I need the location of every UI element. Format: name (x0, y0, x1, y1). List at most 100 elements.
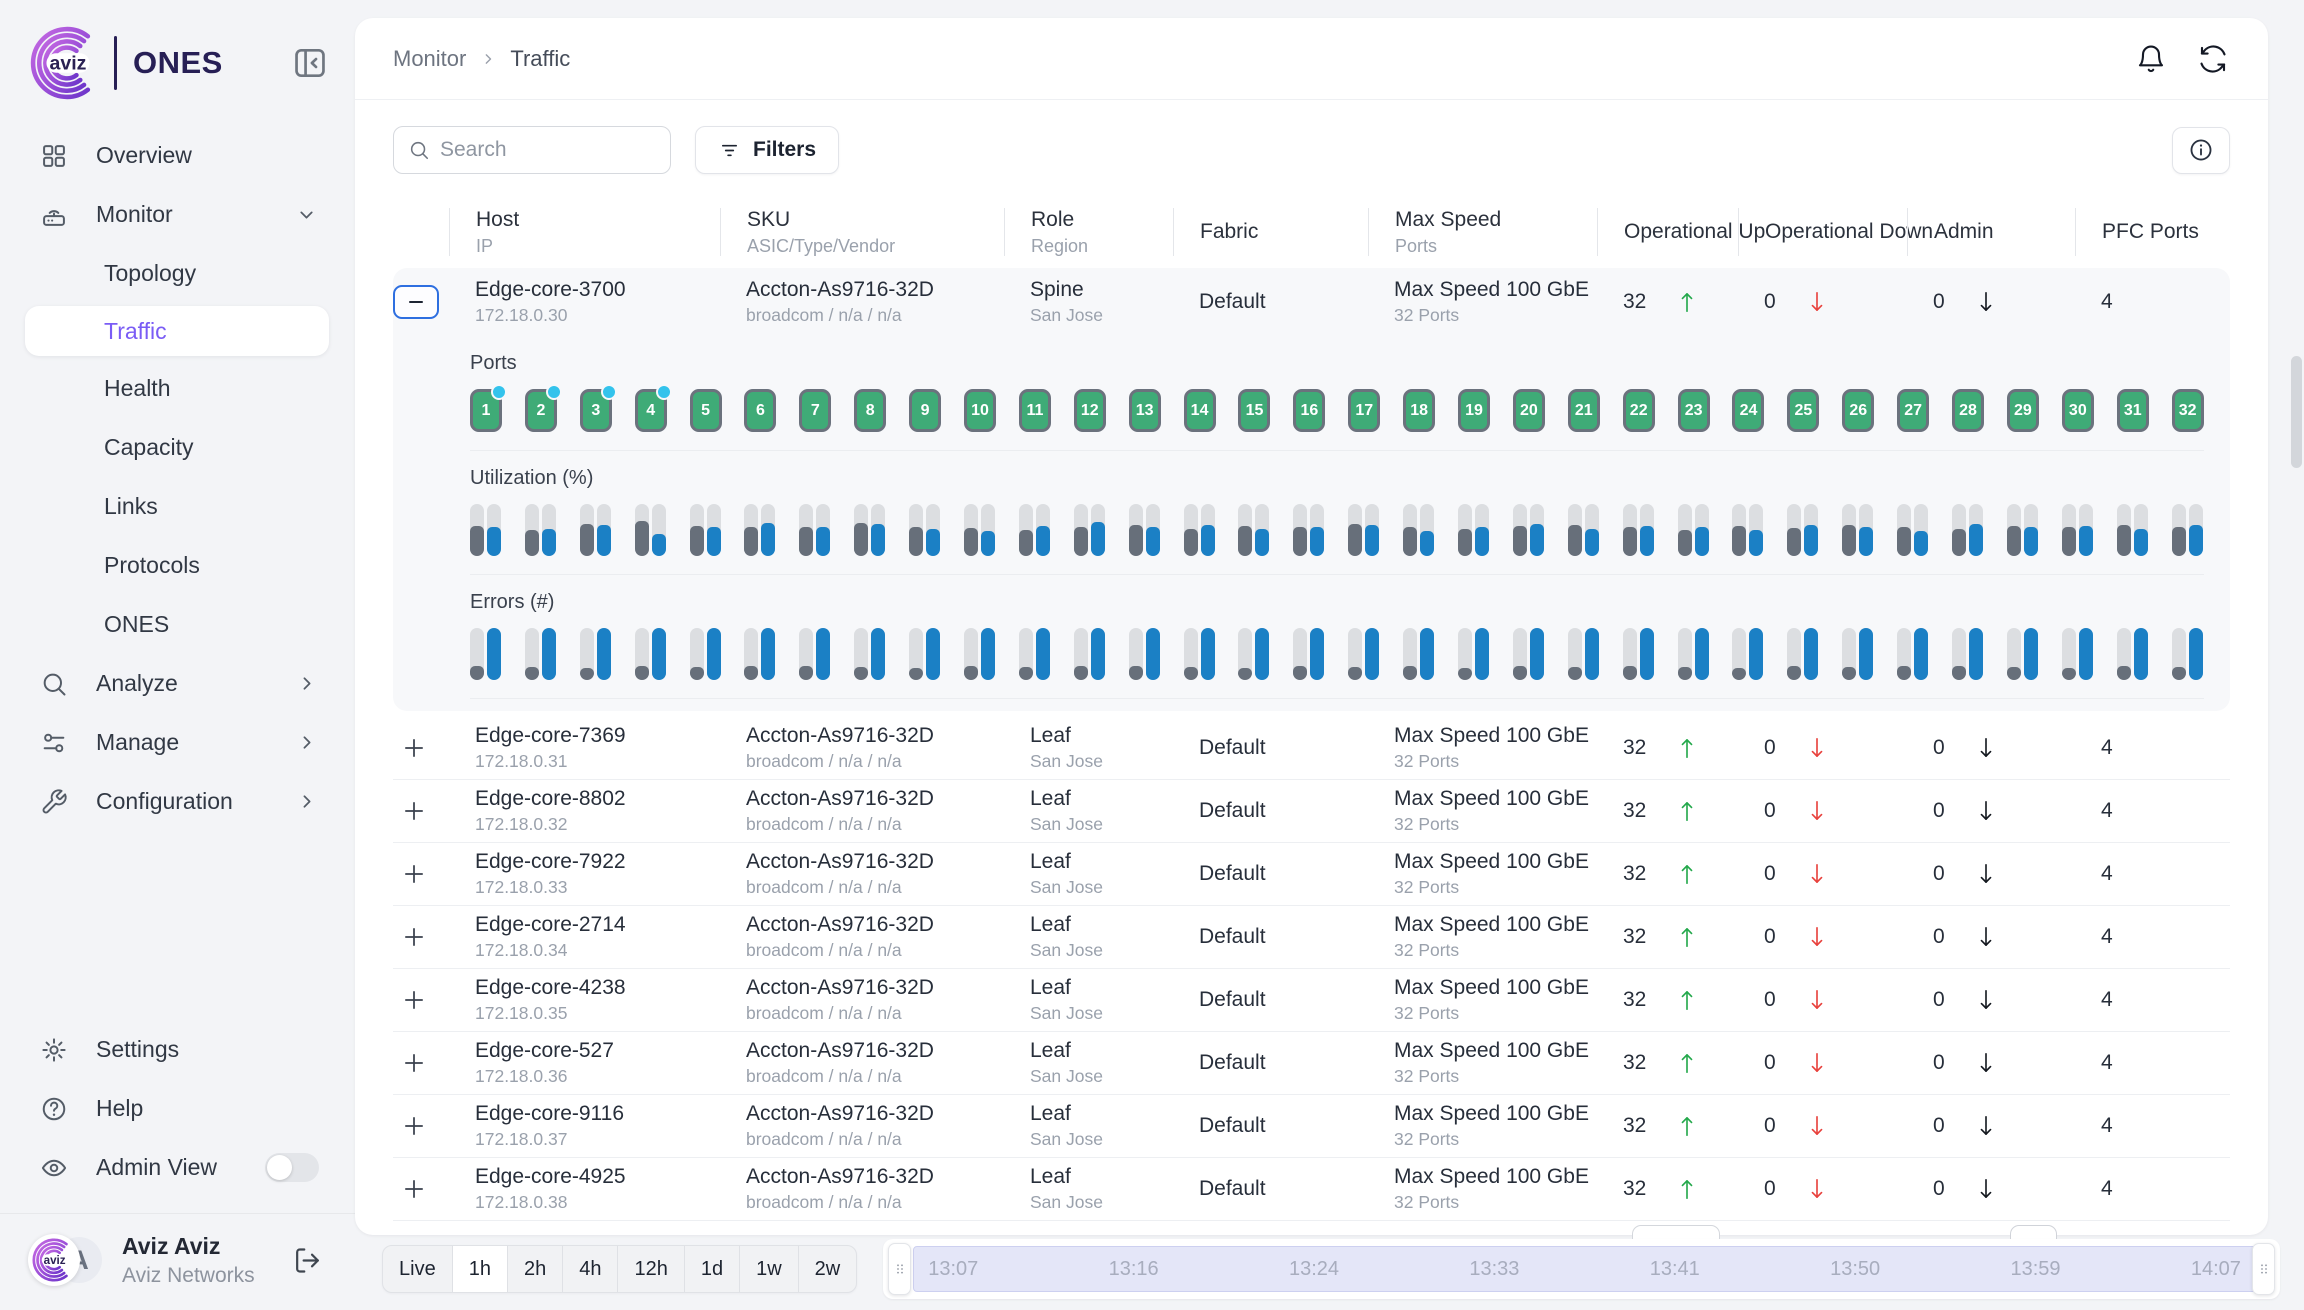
svg-text:aviz: aviz (50, 53, 87, 75)
sidebar-item-traffic[interactable]: Traffic (25, 306, 329, 356)
info-button[interactable] (2172, 127, 2230, 174)
port-chip-2[interactable]: 2 (525, 389, 557, 432)
collapse-sidebar-icon[interactable] (291, 44, 329, 82)
breadcrumb-parent[interactable]: Monitor (393, 46, 466, 72)
notifications-bell-icon[interactable] (2136, 44, 2166, 74)
timeline-band[interactable]: 13:0713:1613:2413:3313:4113:5013:5914:07 (913, 1246, 2264, 1292)
port-chip-14[interactable]: 14 (1184, 389, 1216, 432)
sidebar-item-analyze[interactable]: Analyze (0, 654, 355, 713)
errors-bars-port-28 (1952, 628, 1984, 680)
port-chip-9[interactable]: 9 (909, 389, 941, 432)
port-chip-20[interactable]: 20 (1513, 389, 1545, 432)
table-row-edge-core-527[interactable]: Edge-core-527172.18.0.36Accton-As9716-32… (393, 1032, 2230, 1095)
port-chip-6[interactable]: 6 (744, 389, 776, 432)
role-cell: LeafSan Jose (1004, 1102, 1173, 1150)
port-chip-12[interactable]: 12 (1074, 389, 1106, 432)
sidebar-item-links[interactable]: Links (0, 477, 355, 536)
sidebar-item-monitor[interactable]: Monitor (0, 185, 355, 244)
time-range-4h[interactable]: 4h (562, 1246, 617, 1292)
port-chip-22[interactable]: 22 (1623, 389, 1655, 432)
expand-row-button[interactable] (399, 1174, 429, 1204)
sidebar-item-topology[interactable]: Topology (0, 244, 355, 303)
port-chip-3[interactable]: 3 (580, 389, 612, 432)
collapse-row-button[interactable] (393, 285, 439, 319)
vertical-scrollbar-thumb[interactable] (2291, 356, 2302, 468)
port-chip-18[interactable]: 18 (1403, 389, 1435, 432)
port-chip-21[interactable]: 21 (1568, 389, 1600, 432)
time-range-live[interactable]: Live (383, 1246, 452, 1292)
port-chip-8[interactable]: 8 (854, 389, 886, 432)
table-row-edge-core-9116[interactable]: Edge-core-9116172.18.0.37Accton-As9716-3… (393, 1095, 2230, 1158)
expand-row-button[interactable] (399, 796, 429, 826)
sidebar-item-configuration[interactable]: Configuration (0, 772, 355, 831)
utilization-bars-port-18 (1403, 504, 1435, 556)
expand-row-button[interactable] (399, 733, 429, 763)
port-chip-26[interactable]: 26 (1842, 389, 1874, 432)
search-box[interactable] (393, 126, 671, 174)
time-range-1h[interactable]: 1h (452, 1246, 507, 1292)
sidebar-item-label: Configuration (96, 788, 233, 815)
fabric-cell: Default (1173, 1114, 1368, 1138)
sidebar-item-manage[interactable]: Manage (0, 713, 355, 772)
utilization-bars-port-23 (1678, 504, 1710, 556)
sidebar-item-settings[interactable]: Settings (0, 1020, 355, 1079)
sidebar-item-protocols[interactable]: Protocols (0, 536, 355, 595)
sidebar-item-overview[interactable]: Overview (0, 126, 355, 185)
table-row-edge-core-2714[interactable]: Edge-core-2714172.18.0.34Accton-As9716-3… (393, 906, 2230, 969)
host-cell: Edge-core-4238172.18.0.35 (449, 976, 720, 1024)
time-range-12h[interactable]: 12h (617, 1246, 683, 1292)
expand-row-button[interactable] (399, 922, 429, 952)
timeline-left-handle[interactable] (888, 1243, 911, 1295)
table-row-edge-core-3700[interactable]: Edge-core-3700172.18.0.30Accton-As9716-3… (393, 268, 2230, 336)
time-range-2w[interactable]: 2w (798, 1246, 857, 1292)
port-chip-17[interactable]: 17 (1348, 389, 1380, 432)
logout-icon[interactable] (292, 1245, 323, 1276)
operational-down-cell: 0 (1738, 986, 1907, 1014)
timeline-right-handle[interactable] (2252, 1243, 2275, 1295)
port-chip-5[interactable]: 5 (690, 389, 722, 432)
expand-row-button[interactable] (399, 859, 429, 889)
sidebar-item-capacity[interactable]: Capacity (0, 418, 355, 477)
port-chip-10[interactable]: 10 (964, 389, 996, 432)
time-range-1d[interactable]: 1d (684, 1246, 739, 1292)
port-chip-27[interactable]: 27 (1897, 389, 1929, 432)
sidebar-item-ones[interactable]: ONES (0, 595, 355, 654)
table-row-edge-core-7922[interactable]: Edge-core-7922172.18.0.33Accton-As9716-3… (393, 843, 2230, 906)
table-row-edge-core-4925[interactable]: Edge-core-4925172.18.0.38Accton-As9716-3… (393, 1158, 2230, 1221)
port-chip-15[interactable]: 15 (1238, 389, 1270, 432)
sidebar-item-admin-view[interactable]: Admin View (0, 1138, 355, 1197)
expand-row-button[interactable] (399, 1111, 429, 1141)
table-row-edge-core-4238[interactable]: Edge-core-4238172.18.0.35Accton-As9716-3… (393, 969, 2230, 1032)
avatar-aviz-logo-icon: aviz (28, 1234, 80, 1286)
port-chip-11[interactable]: 11 (1019, 389, 1051, 432)
port-chip-29[interactable]: 29 (2007, 389, 2039, 432)
port-chip-13[interactable]: 13 (1129, 389, 1161, 432)
port-chip-31[interactable]: 31 (2117, 389, 2149, 432)
port-chip-30[interactable]: 30 (2062, 389, 2094, 432)
search-input[interactable] (440, 138, 656, 162)
expand-row-button[interactable] (399, 985, 429, 1015)
sidebar-item-health[interactable]: Health (0, 359, 355, 418)
refresh-icon[interactable] (2198, 44, 2228, 74)
port-chip-16[interactable]: 16 (1293, 389, 1325, 432)
port-chip-7[interactable]: 7 (799, 389, 831, 432)
time-range-1w[interactable]: 1w (739, 1246, 798, 1292)
filters-button[interactable]: Filters (695, 126, 839, 174)
table-row-edge-core-7369[interactable]: Edge-core-7369172.18.0.31Accton-As9716-3… (393, 717, 2230, 780)
column-header-fabric: Fabric (1173, 208, 1368, 256)
port-chip-19[interactable]: 19 (1458, 389, 1490, 432)
expand-row-button[interactable] (399, 1048, 429, 1078)
table-row-edge-core-8802[interactable]: Edge-core-8802172.18.0.32Accton-As9716-3… (393, 780, 2230, 843)
sidebar-item-help[interactable]: Help (0, 1079, 355, 1138)
errors-bars-port-8 (854, 628, 886, 680)
port-chip-4[interactable]: 4 (635, 389, 667, 432)
time-range-2h[interactable]: 2h (507, 1246, 562, 1292)
port-chip-25[interactable]: 25 (1787, 389, 1819, 432)
port-chip-24[interactable]: 24 (1732, 389, 1764, 432)
port-chip-23[interactable]: 23 (1678, 389, 1710, 432)
port-chip-1[interactable]: 1 (470, 389, 502, 432)
port-chip-28[interactable]: 28 (1952, 389, 1984, 432)
admin-view-toggle[interactable] (265, 1153, 319, 1182)
port-chip-32[interactable]: 32 (2172, 389, 2204, 432)
errors-bars-port-30 (2062, 628, 2094, 680)
